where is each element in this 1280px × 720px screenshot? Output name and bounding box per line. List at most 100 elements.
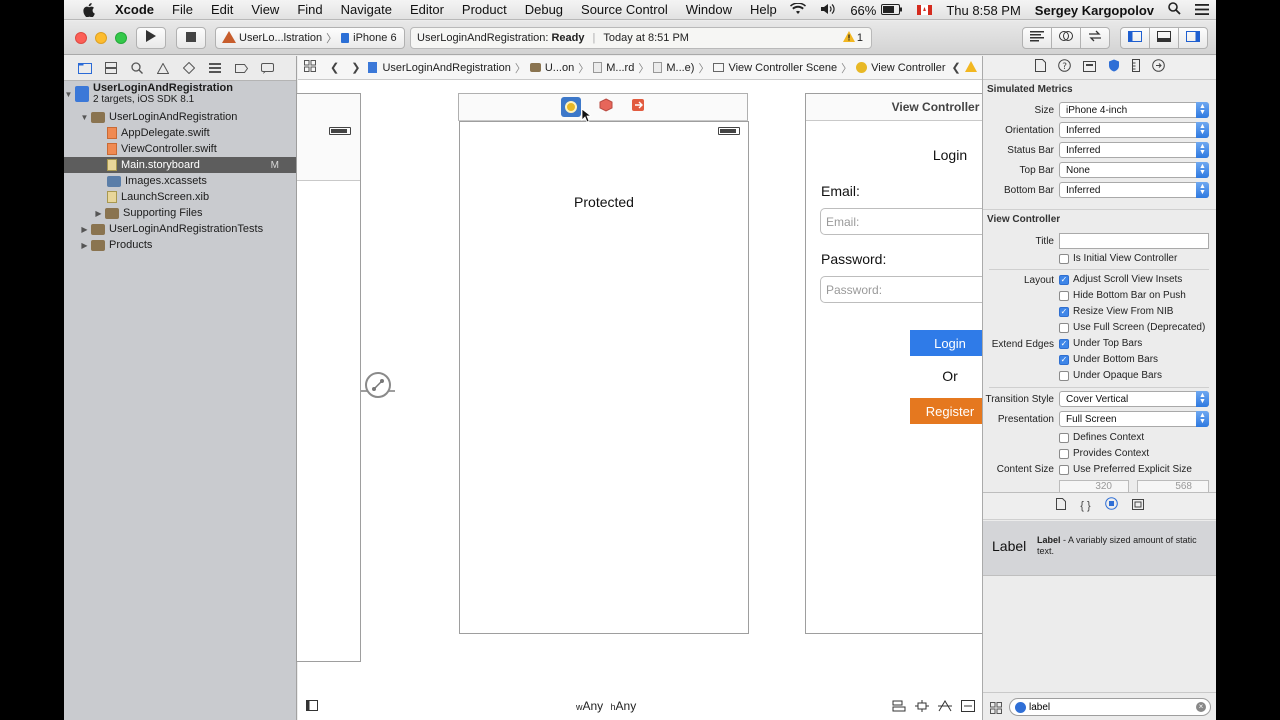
clear-filter-icon[interactable]: × bbox=[1196, 702, 1206, 712]
warning-indicator[interactable]: 1 bbox=[842, 31, 863, 45]
breakpoint-navigator-icon[interactable] bbox=[234, 61, 248, 75]
standard-editor-button[interactable] bbox=[1022, 27, 1052, 49]
register-button[interactable]: Register bbox=[910, 398, 990, 424]
tree-file-row[interactable]: LaunchScreen.xib bbox=[64, 189, 297, 205]
apple-icon[interactable] bbox=[82, 2, 96, 17]
initial-vc-checkbox[interactable]: Is Initial View Controller bbox=[1059, 253, 1177, 264]
jump-bar-segment[interactable]: UserLoginAndRegistration bbox=[368, 62, 511, 74]
jump-bar-segment[interactable]: View Controller bbox=[856, 62, 946, 74]
protected-label[interactable]: Protected bbox=[460, 194, 748, 210]
password-label[interactable]: Password: bbox=[821, 251, 886, 267]
under-top-bars-checkbox[interactable]: ✓ Under Top Bars bbox=[1059, 338, 1142, 349]
pin-icon[interactable] bbox=[915, 700, 929, 715]
forward-chevron-icon[interactable]: ❯ bbox=[351, 61, 360, 74]
attributes-inspector-shield-icon[interactable] bbox=[1108, 59, 1120, 77]
size-popup[interactable]: iPhone 4-inch ▲ ▼ bbox=[1059, 102, 1209, 118]
title-field[interactable] bbox=[1059, 233, 1209, 249]
stop-button[interactable] bbox=[176, 27, 206, 49]
issue-warning-icon[interactable] bbox=[964, 60, 977, 75]
disclosure-triangle-icon[interactable]: ▼ bbox=[64, 90, 73, 99]
test-navigator-diamond-icon[interactable] bbox=[182, 61, 196, 75]
menu-debug[interactable]: Debug bbox=[525, 2, 563, 17]
tree-file-row-selected[interactable]: Main.storyboard M bbox=[64, 157, 297, 173]
project-navigator-folder-icon[interactable] bbox=[78, 61, 92, 75]
menu-app-name[interactable]: Xcode bbox=[115, 2, 154, 17]
disclosure-triangle-icon[interactable]: ▶ bbox=[94, 209, 103, 218]
issue-navigator-warning-icon[interactable] bbox=[156, 61, 170, 75]
zoom-window-button[interactable] bbox=[115, 32, 127, 44]
first-responder-cube-icon[interactable] bbox=[599, 97, 613, 117]
adjust-scroll-checkbox[interactable]: ✓ Adjust Scroll View Insets bbox=[1059, 274, 1182, 285]
menu-editor[interactable]: Editor bbox=[410, 2, 444, 17]
notification-center-icon[interactable] bbox=[1195, 3, 1209, 18]
project-root-row[interactable]: ▼ UserLoginAndRegistration 2 targets, iO… bbox=[64, 81, 297, 107]
hide-bottom-bar-checkbox[interactable]: Hide Bottom Bar on Push bbox=[1059, 290, 1186, 301]
issues-back-chevron-icon[interactable]: ❮ bbox=[952, 61, 961, 74]
top-bar-popup[interactable]: None ▲ ▼ bbox=[1059, 162, 1209, 178]
library-filter-field[interactable]: label × bbox=[1009, 698, 1211, 716]
library-item-label[interactable]: Label Label - A variably sized amount of… bbox=[983, 521, 1216, 576]
resize-from-nib-checkbox[interactable]: ✓ Resize View From NIB bbox=[1059, 306, 1173, 317]
run-button[interactable] bbox=[136, 27, 166, 49]
toggle-navigator-button[interactable] bbox=[1120, 27, 1150, 49]
menu-find[interactable]: Find bbox=[297, 2, 322, 17]
size-inspector-ruler-icon[interactable] bbox=[1131, 58, 1140, 77]
symbol-navigator-icon[interactable] bbox=[104, 61, 118, 75]
connections-inspector-arrow-icon[interactable] bbox=[1151, 58, 1165, 77]
disclosure-triangle-icon[interactable]: ▶ bbox=[80, 225, 89, 234]
find-navigator-search-icon[interactable] bbox=[130, 61, 144, 75]
jump-bar-segment[interactable]: View Controller Scene bbox=[713, 62, 837, 74]
menu-navigate[interactable]: Navigate bbox=[341, 2, 392, 17]
tree-group-row[interactable]: ▶ Supporting Files bbox=[64, 205, 297, 221]
user-name[interactable]: Sergey Kargopolov bbox=[1035, 3, 1154, 18]
document-outline-toggle-icon[interactable] bbox=[306, 700, 318, 714]
menu-edit[interactable]: Edit bbox=[211, 2, 233, 17]
presentation-popup[interactable]: Full Screen ▲ ▼ bbox=[1059, 411, 1209, 427]
flag-icon[interactable] bbox=[917, 3, 933, 18]
version-editor-button[interactable] bbox=[1080, 27, 1110, 49]
tree-group-row[interactable]: ▼ UserLoginAndRegistration bbox=[64, 109, 297, 125]
menu-product[interactable]: Product bbox=[462, 2, 507, 17]
related-items-grid-icon[interactable] bbox=[304, 60, 316, 75]
menu-source-control[interactable]: Source Control bbox=[581, 2, 668, 17]
login-button[interactable]: Login bbox=[910, 330, 990, 356]
storyboard-canvas[interactable]: ❮ ❯ UserLoginAndRegistration 〉 U...on 〉 … bbox=[296, 56, 1070, 720]
tree-group-row[interactable]: ▶ UserLoginAndRegistrationTests bbox=[64, 221, 297, 237]
transition-style-popup[interactable]: Cover Vertical ▲ ▼ bbox=[1059, 391, 1209, 407]
close-window-button[interactable] bbox=[75, 32, 87, 44]
tree-file-row[interactable]: ViewController.swift bbox=[64, 141, 297, 157]
report-navigator-bubble-icon[interactable] bbox=[260, 61, 274, 75]
jump-bar-segment[interactable]: M...rd bbox=[593, 62, 634, 74]
battery-icon[interactable] bbox=[881, 3, 903, 18]
disclosure-triangle-icon[interactable]: ▼ bbox=[80, 113, 89, 122]
toggle-debug-area-button[interactable] bbox=[1149, 27, 1179, 49]
back-chevron-icon[interactable]: ❮ bbox=[330, 61, 339, 74]
minimize-window-button[interactable] bbox=[95, 32, 107, 44]
volume-icon[interactable] bbox=[820, 3, 836, 18]
menu-help[interactable]: Help bbox=[750, 2, 777, 17]
stack-align-icon[interactable] bbox=[892, 700, 906, 715]
view-controller-dock-icon[interactable] bbox=[561, 97, 581, 117]
status-bar-popup[interactable]: Inferred ▲ ▼ bbox=[1059, 142, 1209, 158]
menu-window[interactable]: Window bbox=[686, 2, 732, 17]
tree-file-row[interactable]: AppDelegate.swift bbox=[64, 125, 297, 141]
quick-help-icon[interactable]: ? bbox=[1057, 58, 1071, 77]
scheme-selector[interactable]: UserLo...lstration 〉 iPhone 6 bbox=[215, 27, 405, 49]
previous-scene[interactable] bbox=[296, 93, 361, 662]
media-library-icon[interactable] bbox=[1131, 497, 1144, 515]
size-class-control[interactable]: wAny hAny bbox=[576, 699, 636, 713]
menu-file[interactable]: File bbox=[172, 2, 193, 17]
email-label[interactable]: Email: bbox=[821, 183, 860, 199]
clock[interactable]: Thu 8:58 PM bbox=[946, 3, 1020, 18]
object-library-icon[interactable] bbox=[1104, 497, 1118, 515]
tree-group-row[interactable]: ▶ Products bbox=[64, 237, 297, 253]
bottom-bar-popup[interactable]: Inferred ▲ ▼ bbox=[1059, 182, 1209, 198]
debug-navigator-icon[interactable] bbox=[208, 61, 222, 75]
identity-inspector-icon[interactable] bbox=[1082, 59, 1096, 77]
file-inspector-icon[interactable] bbox=[1034, 58, 1046, 77]
full-screen-checkbox[interactable]: Use Full Screen (Deprecated) bbox=[1059, 322, 1205, 333]
disclosure-triangle-icon[interactable]: ▶ bbox=[80, 241, 89, 250]
preferred-size-checkbox[interactable]: Use Preferred Explicit Size bbox=[1059, 464, 1192, 475]
protected-view-controller[interactable]: Protected bbox=[459, 121, 749, 634]
defines-context-checkbox[interactable]: Defines Context bbox=[1059, 432, 1144, 443]
